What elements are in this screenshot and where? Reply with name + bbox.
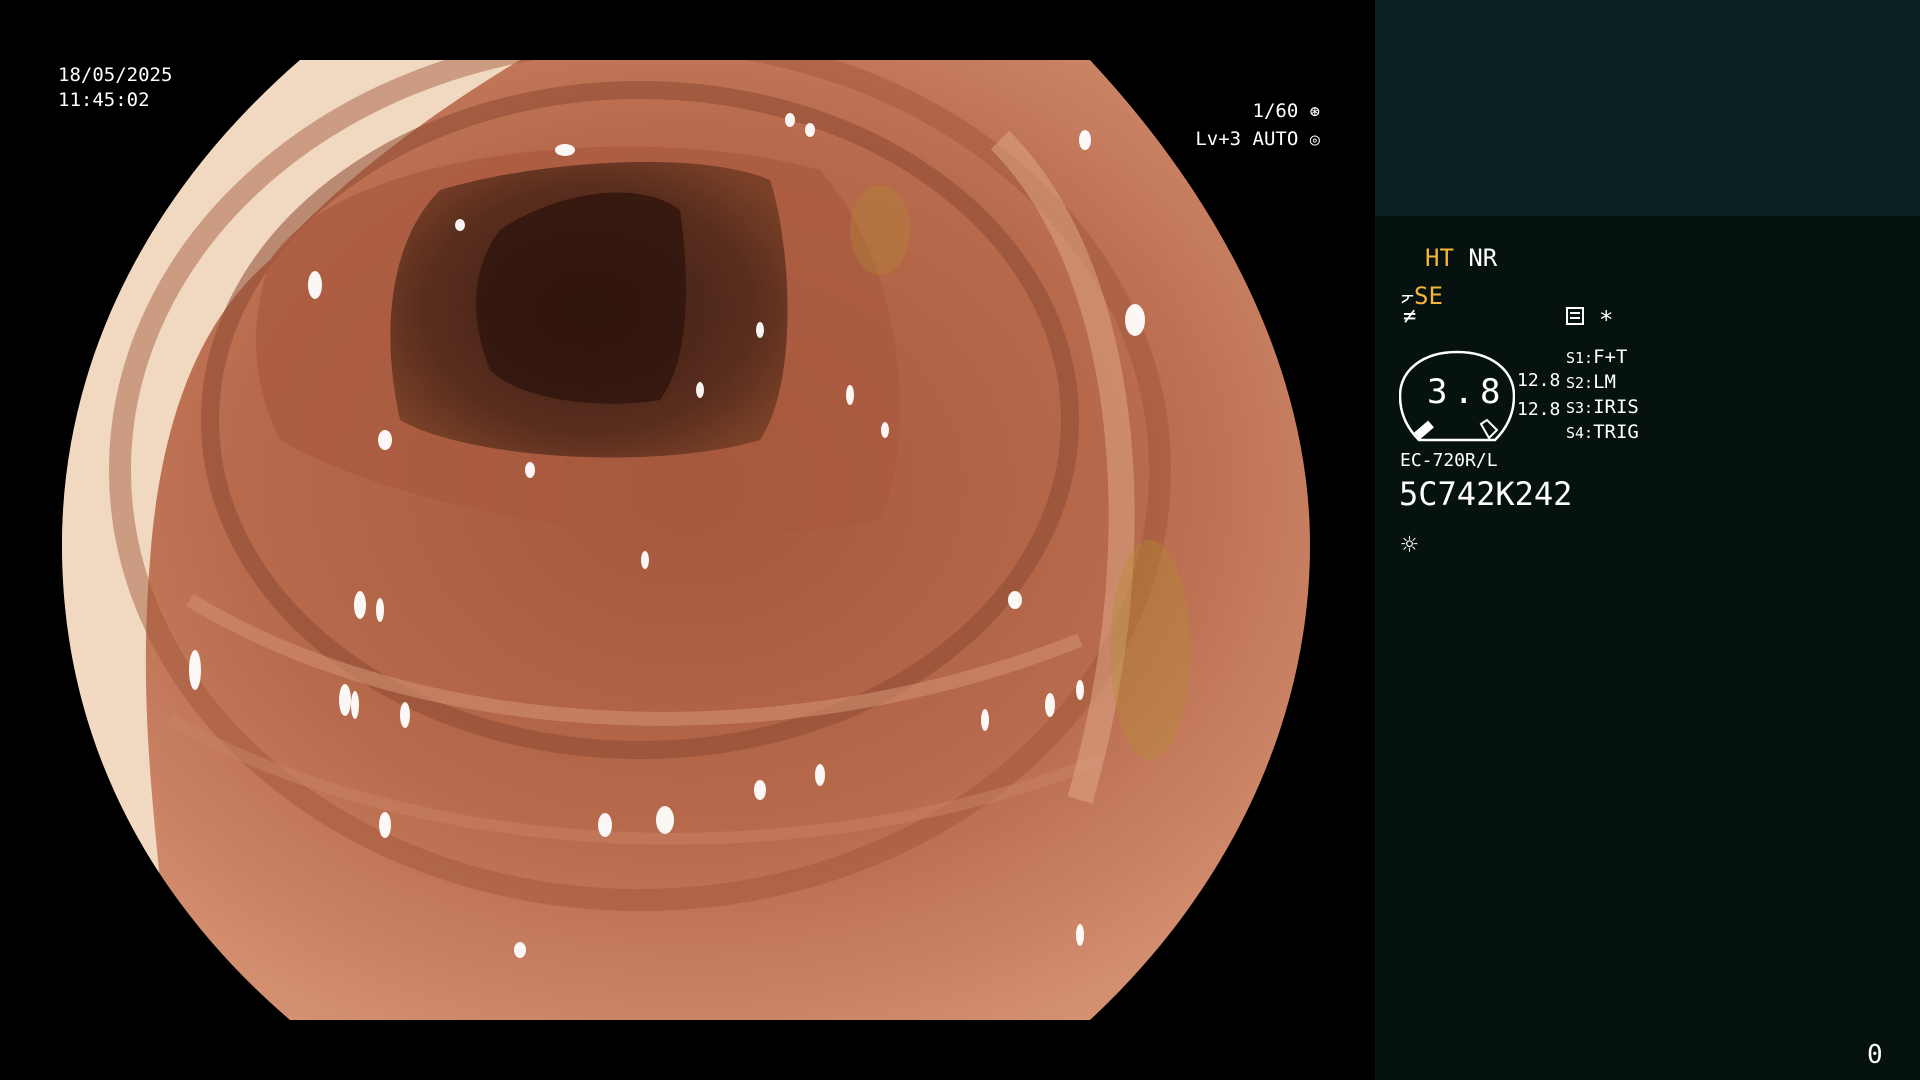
switch-3: S3:IRIS <box>1566 396 1639 418</box>
switch-list: S1:F+T S2:LM S3:IRIS S4:TRIG <box>1566 346 1639 446</box>
se-label: SE <box>1414 282 1443 310</box>
switch-1: S1:F+T <box>1566 346 1628 368</box>
scope-serial: 5C742K242 <box>1399 475 1573 513</box>
shutter-readout: 1/60 ⊛ <box>1150 100 1320 123</box>
ht-label: HT <box>1425 244 1454 272</box>
zoom-value: 3.8 <box>1427 372 1507 412</box>
auto-iris-icon: ◎ <box>1309 130 1320 150</box>
frame-counter: 0 <box>1867 1040 1883 1070</box>
status-panel-header <box>1375 0 1920 216</box>
shutter-icon: ⊛ <box>1309 102 1320 122</box>
value-1: 12.8 <box>1517 370 1561 391</box>
switch-2: S2:LM <box>1566 371 1616 393</box>
endoscopic-image <box>62 60 1310 1020</box>
nr-label: NR <box>1468 244 1498 272</box>
value-2: 12.8 <box>1517 399 1561 420</box>
shutter-speed: 1/60 <box>1252 100 1299 122</box>
time-text: 11:45:02 <box>58 89 150 111</box>
light-level: Lv+3 <box>1195 128 1242 150</box>
memo-icon <box>1566 307 1584 325</box>
status-panel: HT NR ᡔSE ≠ * 3.8 12.8 12.8 S1:F+T S2:LM… <box>1375 0 1920 1080</box>
endoscope-viewport: 18/05/2025 11:45:02 1/60 ⊛ Lv+3 AUTO ◎ <box>0 0 1375 1080</box>
lamp-icon: ☼ <box>1401 528 1418 561</box>
date-text: 18/05/2025 <box>58 64 173 86</box>
exposure-mode: AUTO <box>1252 128 1299 150</box>
asterisk-indicator: * <box>1599 306 1614 334</box>
switch-4: S4:TRIG <box>1566 421 1639 443</box>
structure-enhance-icon: ≠ <box>1403 304 1417 329</box>
scope-model: EC-720R/L <box>1400 450 1498 471</box>
exposure-readout: Lv+3 AUTO ◎ <box>1150 128 1320 151</box>
ht-nr-row: HT NR <box>1425 244 1497 272</box>
